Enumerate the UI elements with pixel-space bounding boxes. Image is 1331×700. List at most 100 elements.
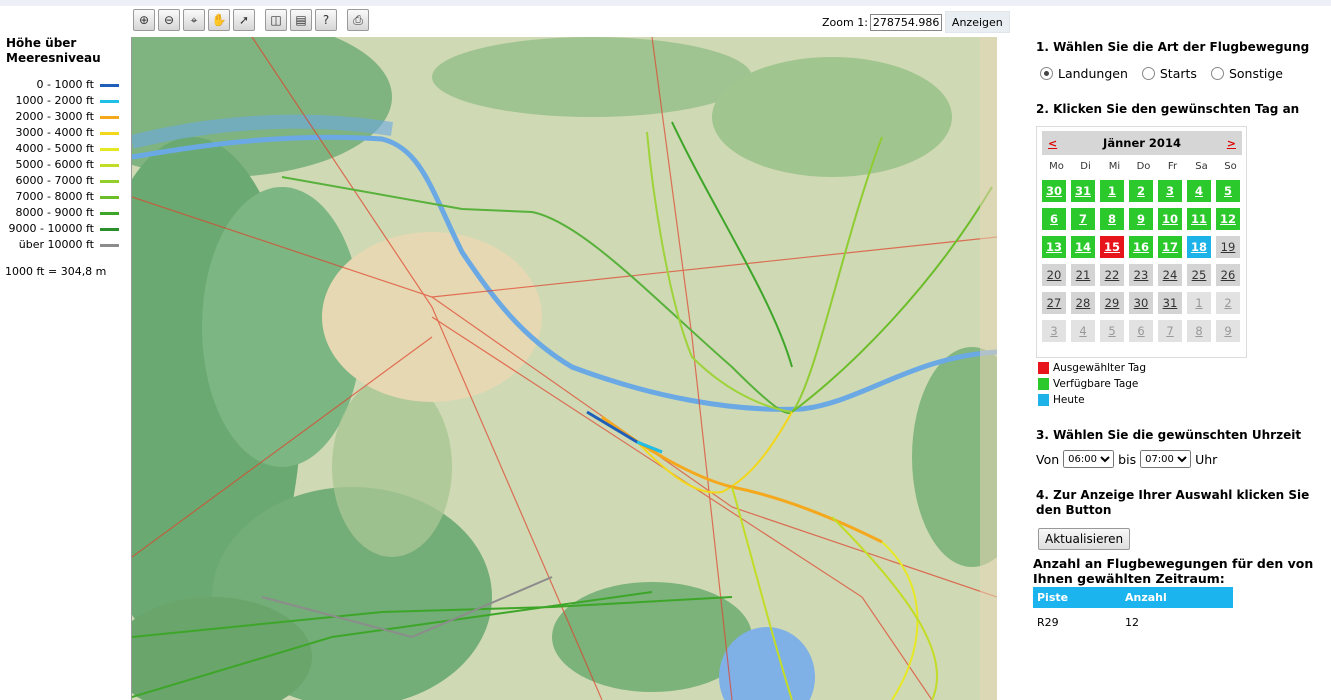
legend-row: 6000 - 7000 ft	[0, 173, 128, 189]
radio-sonstige[interactable]: Sonstige	[1210, 66, 1283, 81]
calendar-day[interactable]: 14	[1071, 236, 1095, 258]
time-unit-label: Uhr	[1195, 451, 1218, 467]
calendar-day[interactable]: 1	[1187, 292, 1211, 314]
radio-label: Landungen	[1058, 66, 1128, 81]
toolbar-separator	[340, 9, 344, 31]
full-extent-tool-icon[interactable]: ◫	[265, 9, 287, 31]
select-arrow-tool-icon[interactable]: ➚	[233, 9, 255, 31]
help-tool-icon[interactable]: ?	[315, 9, 337, 31]
result-line1: Anzahl an Flugbewegungen für den von	[1033, 556, 1314, 571]
zoom-in-tool-icon[interactable]: ⊕	[133, 9, 155, 31]
calendar-day[interactable]: 24	[1158, 264, 1182, 286]
calendar-day[interactable]: 12	[1216, 208, 1240, 230]
calendar-day[interactable]: 31	[1071, 180, 1095, 202]
time-from-label: Von	[1036, 451, 1060, 467]
calendar-days: 30 31 1 2 3 4 5 6 7 8 9 10 11 12 13 14 15 16 17 18 19 20 21 22 2…	[1042, 180, 1246, 348]
pan-hand-tool-icon[interactable]: ✋	[208, 9, 230, 31]
legend-color-swatch	[100, 132, 119, 135]
table-cell: 12	[1124, 615, 1139, 629]
calendar-day[interactable]: 10	[1158, 208, 1182, 230]
calendar-day[interactable]: 6	[1042, 208, 1066, 230]
zoom-box-tool-icon[interactable]: ⌖	[183, 9, 205, 31]
calendar-day[interactable]: 3	[1042, 320, 1066, 342]
legend-color-swatch	[100, 116, 119, 119]
calendar-day[interactable]: 7	[1071, 208, 1095, 230]
legend-color-swatch	[100, 212, 119, 215]
time-range: Von 06:00 bis 07:00 Uhr	[1036, 450, 1217, 468]
legend-row: 9000 - 10000 ft	[0, 221, 128, 237]
time-to-select[interactable]: 07:00	[1140, 450, 1192, 468]
calendar-day[interactable]: 28	[1071, 292, 1095, 314]
key-swatch	[1038, 362, 1049, 374]
zoom-show-button[interactable]: Anzeigen	[944, 11, 1010, 33]
result-table: Piste Anzahl R29 12	[1033, 587, 1233, 636]
calendar-day[interactable]: 9	[1129, 208, 1153, 230]
step3-heading: 3. Wählen Sie die gewünschten Uhrzeit	[1036, 428, 1302, 442]
radio-circle[interactable]	[1040, 67, 1053, 80]
radio-landungen[interactable]: Landungen	[1040, 66, 1128, 81]
zoom-out-tool-icon[interactable]: ⊖	[158, 9, 180, 31]
radio-circle[interactable]	[1141, 67, 1155, 80]
zoom-scale-input[interactable]	[869, 13, 942, 31]
radio-starts[interactable]: Starts	[1141, 66, 1197, 81]
legend-row-label: 4000 - 5000 ft	[15, 142, 94, 155]
key-label: Heute	[1053, 394, 1085, 406]
calendar-day[interactable]: 5	[1216, 180, 1240, 202]
calendar-day[interactable]: 31	[1158, 292, 1182, 314]
calendar-day[interactable]: 8	[1100, 208, 1124, 230]
calendar-day[interactable]: 19	[1216, 236, 1240, 258]
calendar-day[interactable]: 5	[1100, 320, 1124, 342]
calendar-day[interactable]: 20	[1042, 264, 1066, 286]
calendar-day[interactable]: 25	[1187, 264, 1211, 286]
map-canvas	[132, 37, 997, 700]
map-toolbar: ⊕ ⊖ ⌖ ✋ ➚ ◫ ▤? ⎙	[133, 9, 369, 31]
calendar-day[interactable]: 6	[1129, 320, 1153, 342]
calendar-day[interactable]: 1	[1100, 180, 1124, 202]
calendar-day[interactable]: 4	[1187, 180, 1211, 202]
calendar-day[interactable]: 23	[1129, 264, 1153, 286]
identify-tool-icon[interactable]: ▤	[290, 9, 312, 31]
legend-row: 3000 - 4000 ft	[0, 125, 128, 141]
calendar-day[interactable]: 22	[1100, 264, 1124, 286]
calendar-prev-month[interactable]: <	[1042, 137, 1063, 150]
zoom-control: Zoom 1: Anzeigen	[822, 11, 1010, 33]
calendar-day[interactable]: 2	[1129, 180, 1153, 202]
time-to-label: bis	[1118, 451, 1137, 467]
calendar-day[interactable]: 4	[1071, 320, 1095, 342]
calendar-day[interactable]: 18	[1187, 236, 1211, 258]
calendar-day[interactable]: 9	[1216, 320, 1240, 342]
update-button[interactable]: Aktualisieren	[1038, 528, 1131, 550]
time-from-select[interactable]: 06:00	[1063, 450, 1115, 468]
weekday-label: Di	[1080, 161, 1091, 172]
calendar-day[interactable]: 11	[1187, 208, 1211, 230]
legend-row: 8000 - 9000 ft	[0, 205, 128, 221]
print-tool-icon[interactable]: ⎙	[347, 9, 369, 31]
legend-row-label: 8000 - 9000 ft	[15, 206, 94, 219]
calendar-day[interactable]: 21	[1071, 264, 1095, 286]
calendar-day[interactable]: 15	[1100, 236, 1124, 258]
calendar-day[interactable]: 2	[1216, 292, 1240, 314]
calendar-next-month[interactable]: >	[1221, 137, 1242, 150]
legend-color-swatch	[100, 228, 119, 231]
calendar-day[interactable]: 8	[1187, 320, 1211, 342]
legend-row-label: 2000 - 3000 ft	[15, 110, 94, 123]
weekday-label: So	[1224, 161, 1237, 172]
calendar-day[interactable]: 16	[1129, 236, 1153, 258]
legend-color-swatch	[100, 148, 119, 151]
radio-label: Sonstige	[1228, 66, 1283, 81]
table-cell: R29	[1037, 615, 1059, 629]
calendar-day[interactable]: 17	[1158, 236, 1182, 258]
calendar-day[interactable]: 29	[1100, 292, 1124, 314]
calendar-key: Ausgewählter Tag Verfügbare Tage Heute	[1038, 360, 1146, 408]
flight-track-map[interactable]	[131, 37, 997, 700]
calendar-day[interactable]: 27	[1042, 292, 1066, 314]
calendar-day[interactable]: 30	[1129, 292, 1153, 314]
calendar-day[interactable]: 3	[1158, 180, 1182, 202]
radio-circle[interactable]	[1210, 67, 1224, 80]
calendar-day[interactable]: 13	[1042, 236, 1066, 258]
step4-line1: 4. Zur Anzeige Ihrer Auswahl klicken Sie	[1036, 488, 1310, 502]
step4-line2: den Button	[1036, 503, 1112, 517]
calendar-day[interactable]: 26	[1216, 264, 1240, 286]
calendar-day[interactable]: 30	[1042, 180, 1066, 202]
calendar-day[interactable]: 7	[1158, 320, 1182, 342]
